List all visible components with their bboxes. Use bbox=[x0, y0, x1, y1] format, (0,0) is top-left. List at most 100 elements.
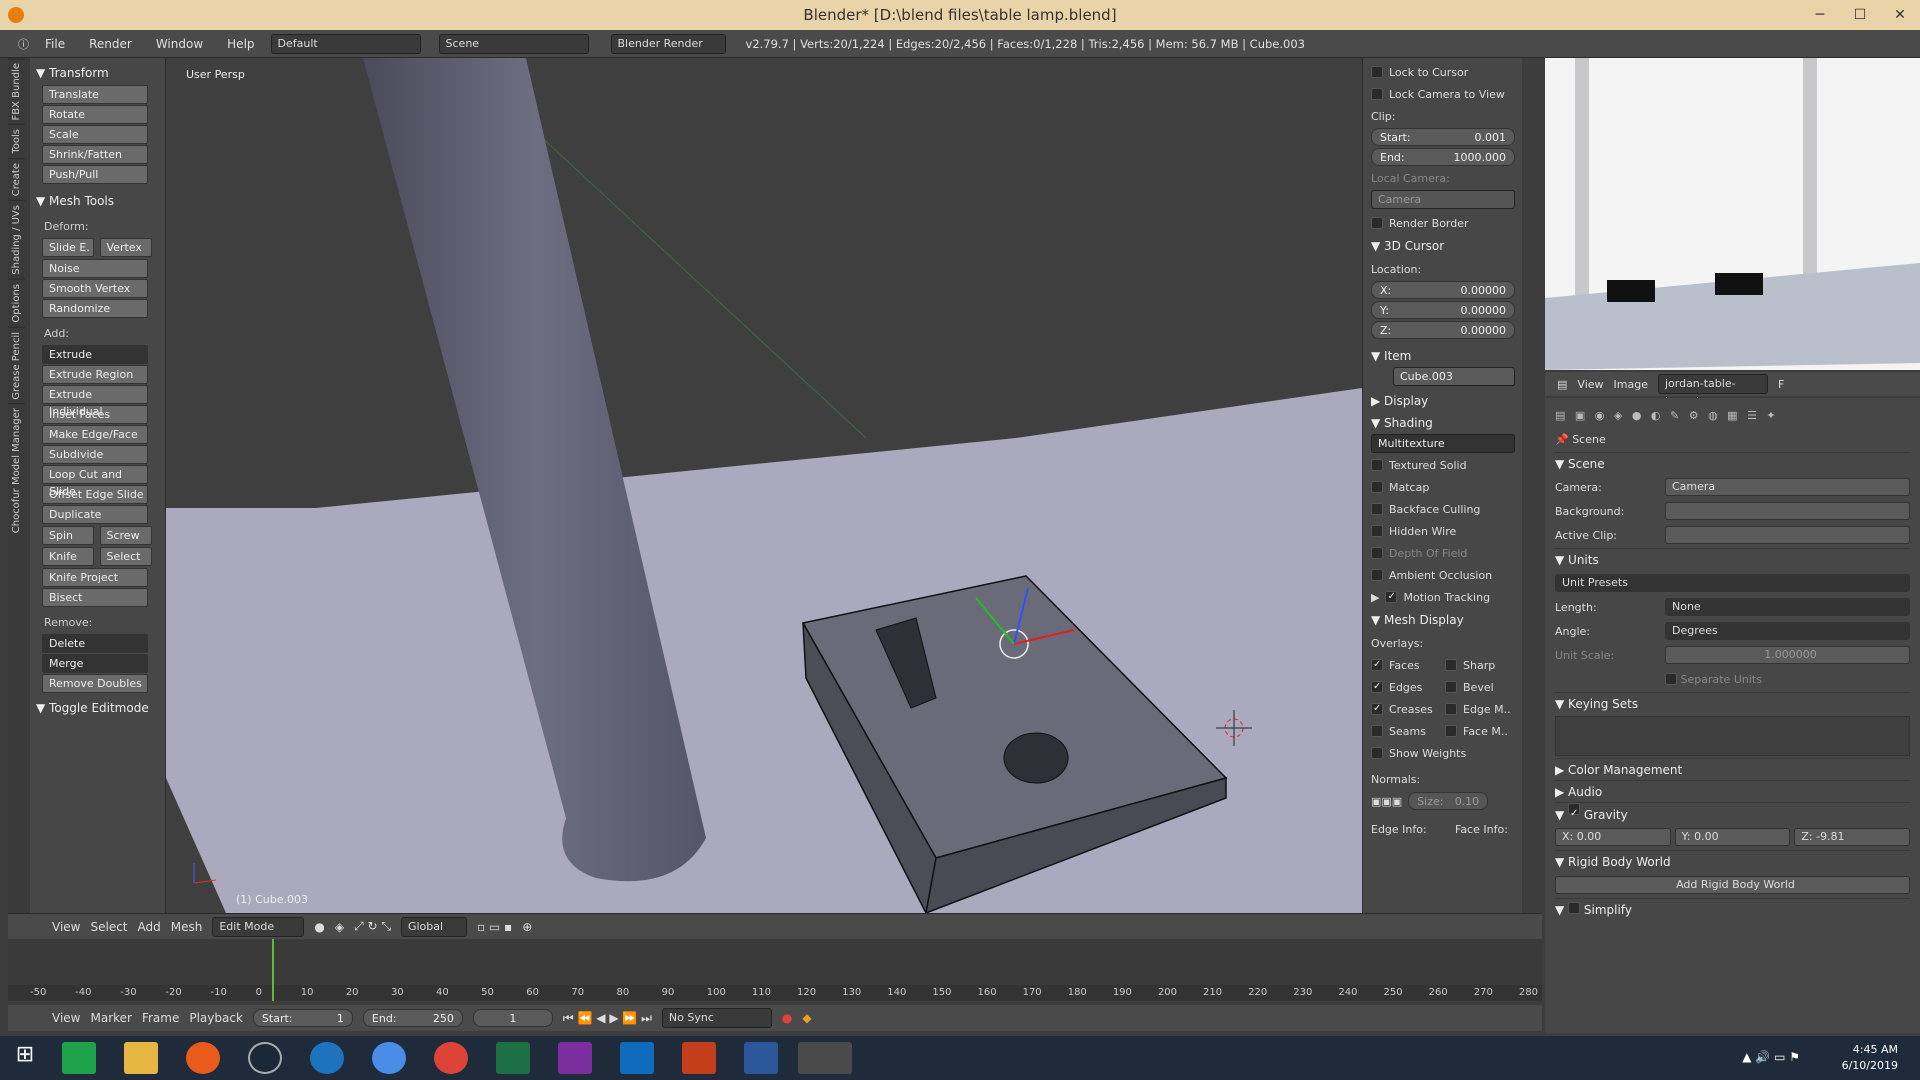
remove-doubles-button[interactable]: Remove Doubles bbox=[42, 674, 148, 693]
viewport-select-menu[interactable]: Select bbox=[90, 920, 127, 934]
maximize-button[interactable]: ☐ bbox=[1840, 0, 1880, 30]
gravity-x-field[interactable]: X: 0.00 bbox=[1555, 828, 1671, 846]
tab-chocofur[interactable]: Chocofur Model Manager bbox=[8, 403, 25, 538]
panel-mesh-tools-header[interactable]: ▼ Mesh Tools bbox=[36, 190, 159, 212]
clip-start-field[interactable]: Start: 0.001 bbox=[1371, 128, 1515, 146]
normal-size-field[interactable]: Size: 0.10 bbox=[1408, 792, 1489, 810]
screw-button[interactable]: Screw bbox=[99, 526, 152, 545]
pin-icon[interactable]: 📌 bbox=[1555, 433, 1569, 446]
info-editor-icon[interactable]: ⓘ bbox=[18, 36, 29, 52]
editor-type-icon[interactable]: ▤ bbox=[1557, 378, 1567, 391]
image-name-field[interactable]: jordan-table-lamp.jpg bbox=[1657, 374, 1768, 408]
close-button[interactable]: ✕ bbox=[1880, 0, 1920, 30]
rotate-button[interactable]: Rotate bbox=[42, 105, 148, 124]
timeline-frame-menu[interactable]: Frame bbox=[142, 1011, 179, 1025]
subdivide-button[interactable]: Subdivide bbox=[42, 445, 148, 464]
scene-selector[interactable]: Scene bbox=[438, 33, 589, 54]
render-engine-select[interactable]: Blender Render bbox=[610, 33, 726, 54]
backface-culling-checkbox[interactable] bbox=[1371, 503, 1383, 515]
scene-panel-header[interactable]: ▼ Scene bbox=[1555, 452, 1910, 474]
windows-start-icon[interactable]: ⊞ bbox=[8, 1042, 42, 1074]
blender-taskbar-icon[interactable] bbox=[798, 1042, 852, 1074]
steam-icon[interactable] bbox=[248, 1042, 282, 1074]
snap-icon[interactable]: ⊕ bbox=[522, 920, 532, 934]
tab-grease-pencil[interactable]: Grease Pencil bbox=[8, 326, 25, 404]
edges-checkbox[interactable] bbox=[1371, 681, 1383, 693]
tab-tools[interactable]: Tools bbox=[8, 124, 25, 159]
angle-select[interactable]: Degrees bbox=[1665, 622, 1910, 640]
viewport-shading-icon[interactable]: ● bbox=[314, 920, 324, 934]
outlook-icon[interactable] bbox=[620, 1042, 654, 1074]
excel-icon[interactable] bbox=[496, 1042, 530, 1074]
extrude-menu[interactable]: Extrude bbox=[42, 345, 148, 364]
image-menu[interactable]: Image bbox=[1614, 378, 1648, 391]
slide-edge-button[interactable]: Slide E. bbox=[42, 238, 94, 257]
fake-user-button[interactable]: F bbox=[1778, 378, 1784, 391]
add-rigid-body-world-button[interactable]: Add Rigid Body World bbox=[1555, 876, 1910, 894]
audio-header[interactable]: ▶ Audio bbox=[1555, 780, 1910, 802]
hidden-wire-checkbox[interactable] bbox=[1371, 525, 1383, 537]
cursor-y-field[interactable]: Y: 0.00000 bbox=[1371, 301, 1515, 319]
timeline-view-menu[interactable]: View bbox=[52, 1011, 80, 1025]
clip-end-field[interactable]: End: 1000.000 bbox=[1371, 148, 1515, 166]
toggle-editmode-header[interactable]: ▼ Toggle Editmode bbox=[36, 697, 159, 719]
image-editor-canvas[interactable] bbox=[1545, 58, 1920, 370]
mode-select[interactable]: Edit Mode bbox=[212, 916, 305, 937]
select-button[interactable]: Select bbox=[99, 547, 152, 566]
firefox-icon[interactable] bbox=[186, 1042, 220, 1074]
tab-create[interactable]: Create bbox=[8, 158, 25, 201]
item-header[interactable]: ▼ Item bbox=[1371, 345, 1514, 367]
edge-marks-checkbox[interactable] bbox=[1445, 703, 1457, 715]
record-icon[interactable]: ● bbox=[782, 1011, 792, 1025]
unit-scale-field[interactable]: 1.000000 bbox=[1665, 646, 1910, 664]
scale-button[interactable]: Scale bbox=[42, 125, 148, 144]
lock-camera-checkbox[interactable] bbox=[1371, 88, 1383, 100]
simplify-checkbox[interactable] bbox=[1568, 902, 1581, 914]
bisect-button[interactable]: Bisect bbox=[42, 588, 148, 607]
duplicate-button[interactable]: Duplicate bbox=[42, 505, 148, 524]
show-weights-checkbox[interactable] bbox=[1371, 747, 1383, 759]
onenote-icon[interactable] bbox=[558, 1042, 592, 1074]
motion-tracking-checkbox[interactable] bbox=[1385, 591, 1398, 603]
transform-orientation-select[interactable]: Global bbox=[400, 916, 467, 937]
seams-checkbox[interactable] bbox=[1371, 725, 1383, 737]
depth-of-field-checkbox[interactable] bbox=[1371, 547, 1383, 559]
translate-button[interactable]: Translate bbox=[42, 85, 148, 104]
loop-cut-button[interactable]: Loop Cut and Slide bbox=[42, 465, 148, 498]
taskbar-clock[interactable]: 4:45 AM 6/10/2019 bbox=[1842, 1042, 1898, 1074]
word-icon[interactable] bbox=[744, 1042, 778, 1074]
tab-options[interactable]: Options bbox=[8, 279, 25, 327]
timeline-marker-menu[interactable]: Marker bbox=[90, 1011, 131, 1025]
chrome-icon[interactable] bbox=[434, 1042, 468, 1074]
chromium-icon[interactable] bbox=[372, 1042, 406, 1074]
ambient-occlusion-checkbox[interactable] bbox=[1371, 569, 1383, 581]
rigid-body-world-header[interactable]: ▼ Rigid Body World bbox=[1555, 850, 1910, 872]
keying-sets-list[interactable] bbox=[1555, 716, 1910, 756]
simplify-header[interactable]: ▼ Simplify bbox=[1555, 898, 1910, 920]
mesh-display-header[interactable]: ▼ Mesh Display bbox=[1371, 609, 1514, 631]
make-edge-face-button[interactable]: Make Edge/Face bbox=[42, 425, 148, 444]
file-explorer-icon[interactable] bbox=[124, 1042, 158, 1074]
inset-faces-button[interactable]: Inset Faces bbox=[42, 405, 148, 424]
units-panel-header[interactable]: ▼ Units bbox=[1555, 548, 1910, 570]
creases-checkbox[interactable] bbox=[1371, 703, 1383, 715]
pivot-point-icon[interactable]: ◈ bbox=[335, 920, 344, 934]
merge-menu[interactable]: Merge bbox=[42, 654, 148, 673]
gravity-checkbox[interactable] bbox=[1568, 803, 1581, 815]
gravity-z-field[interactable]: Z: -9.81 bbox=[1794, 828, 1911, 846]
slide-vertex-button[interactable]: Vertex bbox=[99, 238, 152, 257]
active-clip-field[interactable] bbox=[1665, 526, 1910, 544]
tab-shading-uvs[interactable]: Shading / UVs bbox=[8, 200, 25, 280]
properties-tabs[interactable]: ▤ ▣ ◉ ◈ ● ◐ ✎ ⚙ ◍ ▦ ☰ ✦ bbox=[1555, 404, 1910, 426]
smooth-vertex-button[interactable]: Smooth Vertex bbox=[42, 279, 148, 298]
3d-viewport[interactable]: User Persp (1) Cube.003 bbox=[166, 58, 1362, 913]
noise-button[interactable]: Noise bbox=[42, 259, 148, 278]
gravity-y-field[interactable]: Y: 0.00 bbox=[1674, 828, 1791, 846]
manipulator-icons[interactable]: ⤢ ↻ ⤡ bbox=[354, 919, 391, 934]
menu-help[interactable]: Help bbox=[219, 37, 262, 51]
panel-transform-header[interactable]: ▼ Transform bbox=[36, 62, 159, 84]
3d-cursor-header[interactable]: ▼ 3D Cursor bbox=[1371, 235, 1514, 257]
minimize-button[interactable]: ─ bbox=[1800, 0, 1840, 30]
gravity-header[interactable]: ▼ Gravity bbox=[1555, 802, 1910, 824]
current-frame-field[interactable]: 1 bbox=[472, 1009, 553, 1027]
